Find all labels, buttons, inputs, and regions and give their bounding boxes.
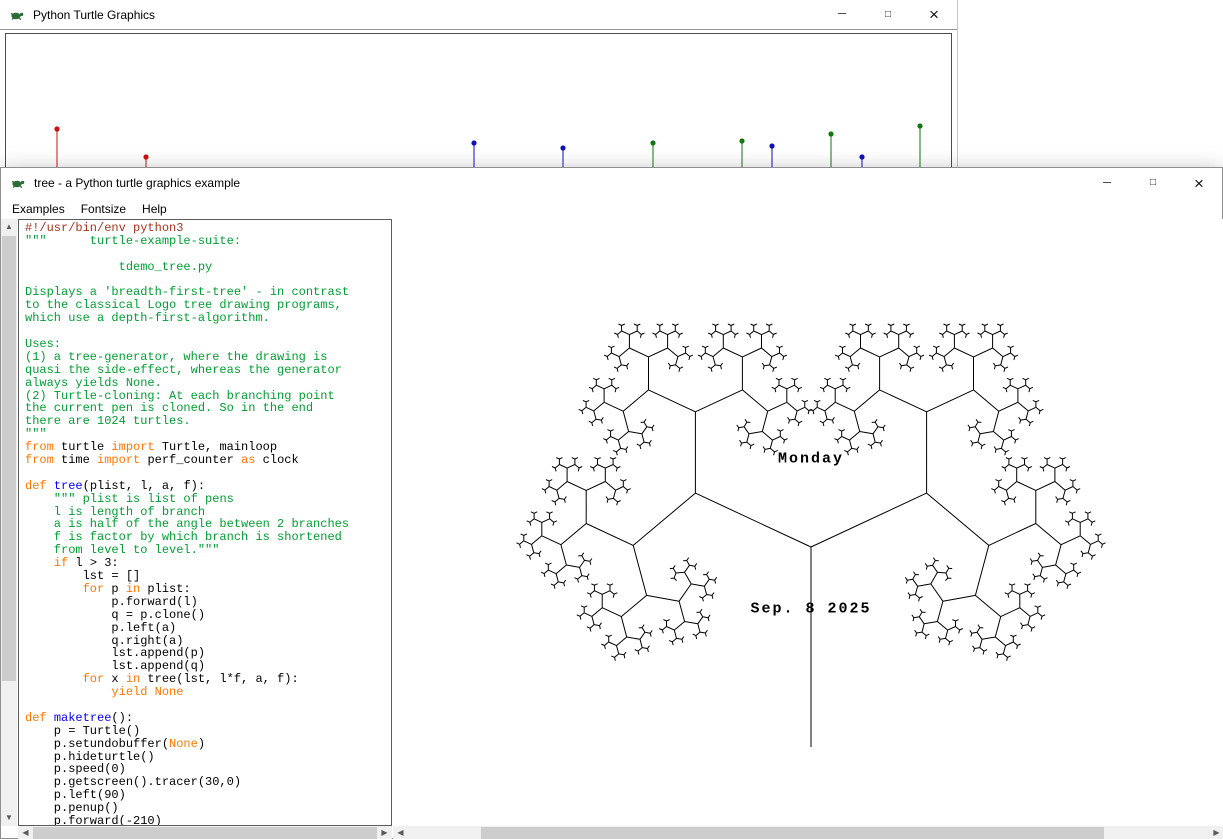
mini-trees-drawing [6, 34, 951, 184]
canvas-label-1: Sep. 8 2025 [750, 601, 871, 618]
turtle-app-icon [10, 175, 26, 191]
turtle-app-icon [9, 7, 25, 23]
fg-minimize-button[interactable]: ─ [1084, 168, 1130, 198]
canvas-scroll-left-button[interactable]: ◀ [393, 826, 408, 839]
scroll-up-button[interactable]: ▲ [1, 219, 17, 235]
code-line: yield None [25, 686, 349, 699]
code-line: """ turtle-example-suite: [25, 235, 349, 248]
code-line: tdemo_tree.py [25, 261, 349, 274]
fg-close-button[interactable]: × [1176, 168, 1222, 198]
code-line: there are 1024 turtles. [25, 415, 349, 428]
maximize-icon: □ [885, 10, 891, 20]
up-arrow-icon: ▲ [5, 223, 13, 231]
code-hscroll-thumb[interactable] [33, 827, 377, 839]
bg-minimize-button[interactable]: ─ [819, 0, 865, 29]
down-arrow-icon: ▼ [5, 814, 13, 822]
minimize-icon: ─ [838, 9, 846, 20]
fg-window-controls: ─ □ × [1084, 168, 1222, 198]
fg-titlebar: tree - a Python turtle graphics example … [1, 168, 1222, 198]
fg-maximize-button[interactable]: □ [1130, 168, 1176, 198]
bg-window-controls: ─ □ × [819, 0, 957, 29]
left-arrow-icon: ◀ [22, 829, 28, 837]
bg-maximize-button[interactable]: □ [865, 0, 911, 29]
code-line [25, 325, 349, 338]
code-vertical-scrollbar[interactable]: ▲ ▼ [1, 219, 17, 826]
tree-demo-window: tree - a Python turtle graphics example … [0, 167, 1223, 839]
bg-titlebar: Python Turtle Graphics ─ □ × [0, 0, 957, 30]
fg-window-title: tree - a Python turtle graphics example [34, 176, 1084, 190]
fractal-tree-drawing [393, 219, 1223, 826]
maximize-icon: □ [1150, 178, 1156, 188]
minimize-icon: ─ [1103, 178, 1111, 189]
canvas-horizontal-scrollbar[interactable]: ◀ ▶ [393, 826, 1223, 839]
code-vscroll-thumb[interactable] [2, 236, 16, 681]
bg-close-button[interactable]: × [911, 0, 957, 29]
menu-bar: Examples Fontsize Help [1, 198, 1222, 219]
code-line: from time import perf_counter as clock [25, 454, 349, 467]
menu-help[interactable]: Help [134, 200, 175, 218]
code-scroll-left-button[interactable]: ◀ [18, 826, 33, 839]
canvas-hscroll-thumb[interactable] [481, 827, 1104, 839]
right-arrow-icon: ▶ [381, 829, 387, 837]
code-line: p.forward(-210) [25, 815, 349, 826]
canvas-label-0: Monday [778, 451, 844, 468]
turtle-canvas: Monday Sep. 8 2025 [393, 219, 1223, 826]
code-line: which use a depth-first-algorithm. [25, 312, 349, 325]
close-icon: × [1194, 175, 1204, 192]
canvas-scroll-right-button[interactable]: ▶ [1209, 826, 1223, 839]
menu-examples[interactable]: Examples [4, 200, 73, 218]
code-horizontal-scrollbar[interactable]: ◀ ▶ [18, 826, 392, 839]
code-text: #!/usr/bin/env python3""" turtle-example… [25, 222, 349, 826]
code-scroll-right-button[interactable]: ▶ [377, 826, 392, 839]
right-arrow-icon: ▶ [1213, 829, 1219, 837]
bg-window-title: Python Turtle Graphics [33, 8, 819, 22]
menu-fontsize[interactable]: Fontsize [73, 200, 134, 218]
left-arrow-icon: ◀ [397, 829, 403, 837]
code-editor[interactable]: #!/usr/bin/env python3""" turtle-example… [18, 219, 392, 826]
close-icon: × [929, 6, 939, 23]
scroll-down-button[interactable]: ▼ [1, 810, 17, 826]
